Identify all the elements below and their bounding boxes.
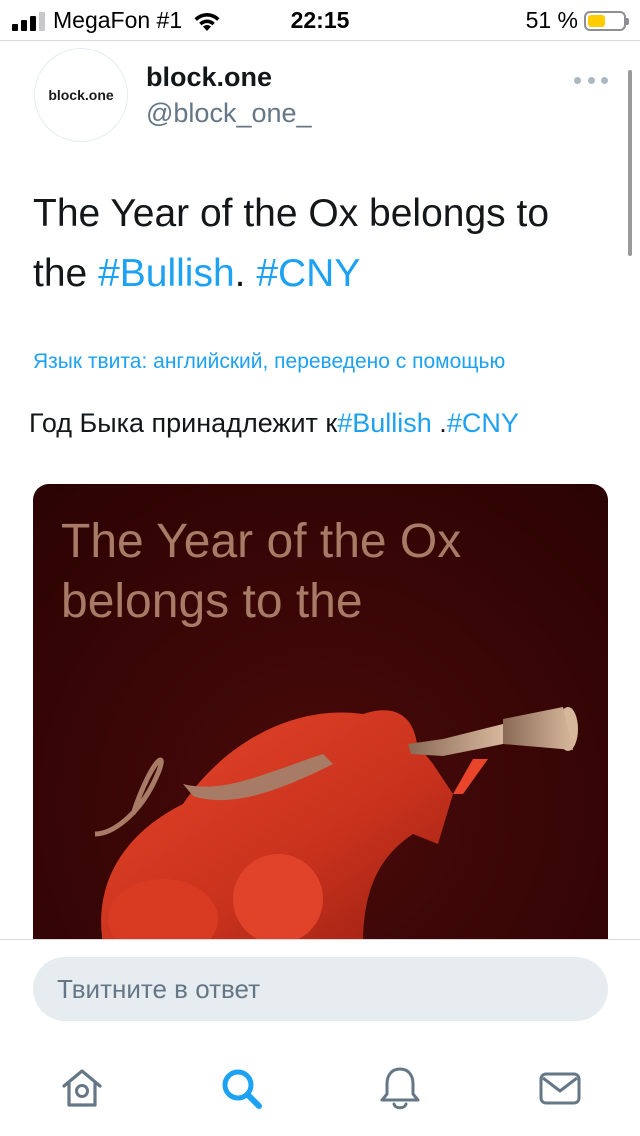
scrollbar[interactable] <box>628 70 632 256</box>
tweet-media-image[interactable]: The Year of the Ox belongs to the <box>33 484 608 944</box>
divider <box>0 40 640 41</box>
bull-illustration <box>94 707 578 944</box>
battery-icon <box>584 10 629 31</box>
tweet-text-separator: . <box>234 252 257 295</box>
reply-placeholder: Твитните в ответ <box>57 973 261 1004</box>
avatar-logo-text: block.one <box>48 87 114 103</box>
media-caption: The Year of the Ox belongs to the <box>61 515 462 628</box>
translated-hashtag-bullish-link[interactable]: #Bullish <box>337 408 432 438</box>
translated-hashtag-cny-link[interactable]: #CNY <box>447 408 519 438</box>
author-display-name[interactable]: block.one <box>146 62 272 93</box>
notifications-icon[interactable] <box>376 1064 424 1112</box>
translated-text-main: Год Быка принадлежит к <box>29 408 338 438</box>
translation-note-link[interactable]: Язык твита: английский, переведено с пом… <box>33 350 606 374</box>
tweet-text: The Year of the Ox belongs to the #Bulli… <box>33 184 613 304</box>
battery-percent: 51 % <box>525 7 578 33</box>
battery-level <box>588 14 606 27</box>
search-icon[interactable] <box>217 1064 265 1112</box>
avatar[interactable]: block.one <box>34 48 128 142</box>
hashtag-bullish-link[interactable]: #Bullish <box>98 252 235 295</box>
home-icon[interactable] <box>58 1064 106 1112</box>
status-right: 51 % <box>525 7 629 34</box>
hashtag-cny-link[interactable]: #CNY <box>256 252 360 295</box>
reply-input[interactable]: Твитните в ответ <box>33 957 608 1021</box>
bottom-tab-bar <box>0 1050 640 1130</box>
author-handle[interactable]: @block_one_ <box>146 98 312 129</box>
status-bar: MegaFon #1 22:15 51 % <box>0 0 640 40</box>
translated-text: Год Быка принадлежит к#Bullish .#CNY <box>29 408 519 439</box>
messages-icon[interactable] <box>536 1064 584 1112</box>
more-options-icon[interactable] <box>574 68 608 92</box>
translated-separator: . <box>431 408 447 438</box>
